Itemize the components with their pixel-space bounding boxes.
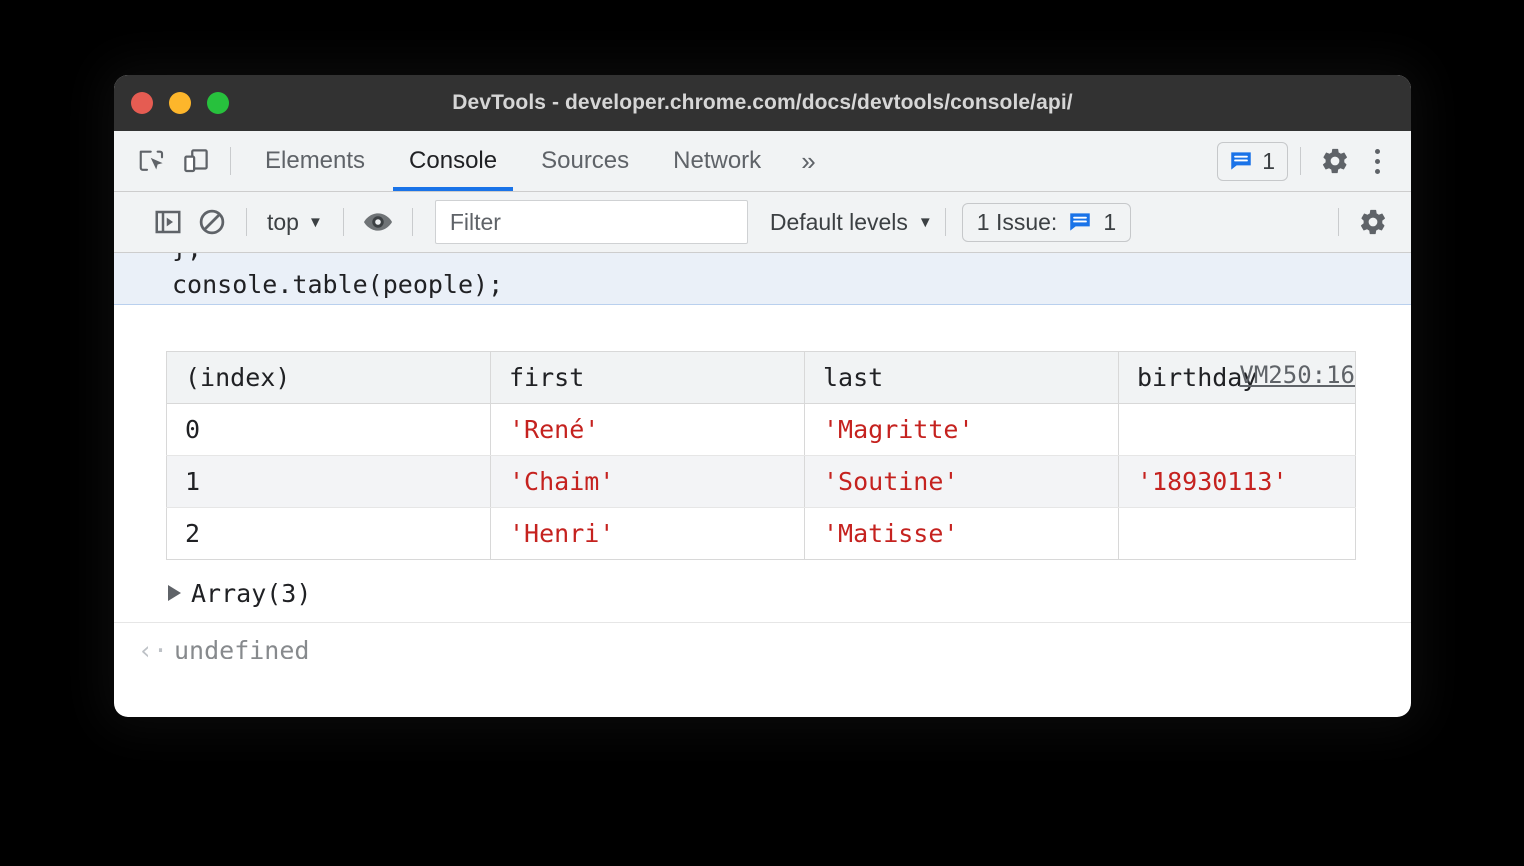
cell-first: 'Henri' [491,508,805,560]
close-window-button[interactable] [131,92,153,114]
table-row: 1 'Chaim' 'Soutine' '18930113' [167,456,1356,508]
console-table-head: (index) first last birthday [167,352,1356,404]
device-toolbar-icon[interactable] [174,139,218,183]
array-expander-row[interactable]: Array(3) [166,570,1411,616]
devtools-menu-kebab-icon[interactable] [1357,141,1397,181]
expand-triangle-icon[interactable] [168,585,181,601]
issues-counter-button[interactable]: 1 Issue: 1 [962,203,1131,242]
cell-last: 'Matisse' [805,508,1119,560]
tab-network-label: Network [673,147,761,175]
cell-index: 2 [167,508,491,560]
array-summary-label: Array(3) [191,579,311,608]
zoom-window-button[interactable] [207,92,229,114]
return-arrow-icon: ‹· [138,636,174,659]
console-toolbar-right [1326,200,1411,244]
tabstrip-divider [230,147,231,175]
console-return-row: ‹· undefined [114,623,1411,659]
console-toolbar-divider-1 [246,208,247,236]
console-toolbar-divider-4 [945,208,946,236]
traffic-light-group [131,92,229,114]
issues-badge-count: 1 [1262,148,1275,175]
tab-elements[interactable]: Elements [243,131,387,191]
log-levels-label: Default levels [770,209,908,236]
console-toolbar-divider-5 [1338,208,1339,236]
cell-birthday [1119,508,1356,560]
issues-counter-count: 1 [1103,209,1116,236]
cell-index: 0 [167,404,491,456]
gear-icon[interactable] [1351,200,1395,244]
console-toolbar: top ▼ Filter Default levels ▼ [114,192,1411,253]
devtools-tabs: Elements Console Sources Network » [243,131,834,191]
console-command-echo: }; console.table(people); [114,253,1411,305]
column-header-last: last [805,352,1119,404]
console-row-divider [114,622,1411,623]
table-row: 0 'René' 'Magritte' [167,404,1356,456]
devtools-window: DevTools - developer.chrome.com/docs/dev… [114,75,1411,717]
clear-console-icon[interactable] [190,200,234,244]
screenshot-stage: DevTools - developer.chrome.com/docs/dev… [0,0,1524,866]
return-value-text: undefined [174,636,309,659]
table-row: 2 'Henri' 'Matisse' [167,508,1356,560]
cell-last: 'Magritte' [805,404,1119,456]
console-toolbar-divider-3 [412,208,413,236]
tab-elements-label: Elements [265,147,365,175]
issues-speech-bubble-icon [1228,148,1254,174]
console-table-wrapper: (index) first last birthday 0 'René' 'Ma… [166,351,1356,560]
more-tabs-chevron-icon[interactable]: » [783,131,833,191]
issues-counter-label: 1 Issue: [977,209,1058,236]
cell-first: 'Chaim' [491,456,805,508]
execution-context-selector[interactable]: top ▼ [259,209,331,236]
gear-icon[interactable] [1313,139,1357,183]
console-result-block: VM250:16 (index) first last birthday [114,351,1411,623]
console-sidebar-icon[interactable] [146,200,190,244]
tab-network[interactable]: Network [651,131,783,191]
minimize-window-button[interactable] [169,92,191,114]
column-header-first: first [491,352,805,404]
console-command-text: console.table(people); [114,267,1411,303]
tabstrip-right-actions: 1 [1217,139,1411,183]
cell-first: 'René' [491,404,805,456]
table-header-row: (index) first last birthday [167,352,1356,404]
devtools-tabstrip: Elements Console Sources Network » [114,131,1411,192]
log-levels-selector[interactable]: Default levels ▼ [770,209,933,236]
console-toolbar-divider-2 [343,208,344,236]
console-table-body: 0 'René' 'Magritte' 1 'Chaim' 'Soutine' … [167,404,1356,560]
source-location-link[interactable]: VM250:16 [1239,361,1355,389]
cell-birthday [1119,404,1356,456]
console-body: }; console.table(people); VM250:16 (inde… [114,253,1411,659]
cell-index: 1 [167,456,491,508]
tab-console-label: Console [409,147,497,175]
cell-last: 'Soutine' [805,456,1119,508]
column-header-index: (index) [167,352,491,404]
chevron-down-icon: ▼ [918,215,933,230]
inspect-element-icon[interactable] [130,139,174,183]
tab-sources-label: Sources [541,147,629,175]
tab-sources[interactable]: Sources [519,131,651,191]
console-command-clipped: }; [114,253,1411,267]
issues-badge-button[interactable]: 1 [1217,142,1288,181]
filter-placeholder: Filter [450,209,501,236]
window-title: DevTools - developer.chrome.com/docs/dev… [114,91,1411,115]
tabstrip-right-divider [1300,147,1301,175]
cell-birthday: '18930113' [1119,456,1356,508]
issues-speech-bubble-icon [1067,209,1093,235]
console-table: (index) first last birthday 0 'René' 'Ma… [166,351,1356,560]
eye-icon[interactable] [356,200,400,244]
execution-context-label: top [267,209,299,236]
window-titlebar: DevTools - developer.chrome.com/docs/dev… [114,75,1411,131]
chevron-down-icon: ▼ [308,215,323,230]
filter-input[interactable]: Filter [435,200,748,244]
tab-console[interactable]: Console [387,131,519,191]
